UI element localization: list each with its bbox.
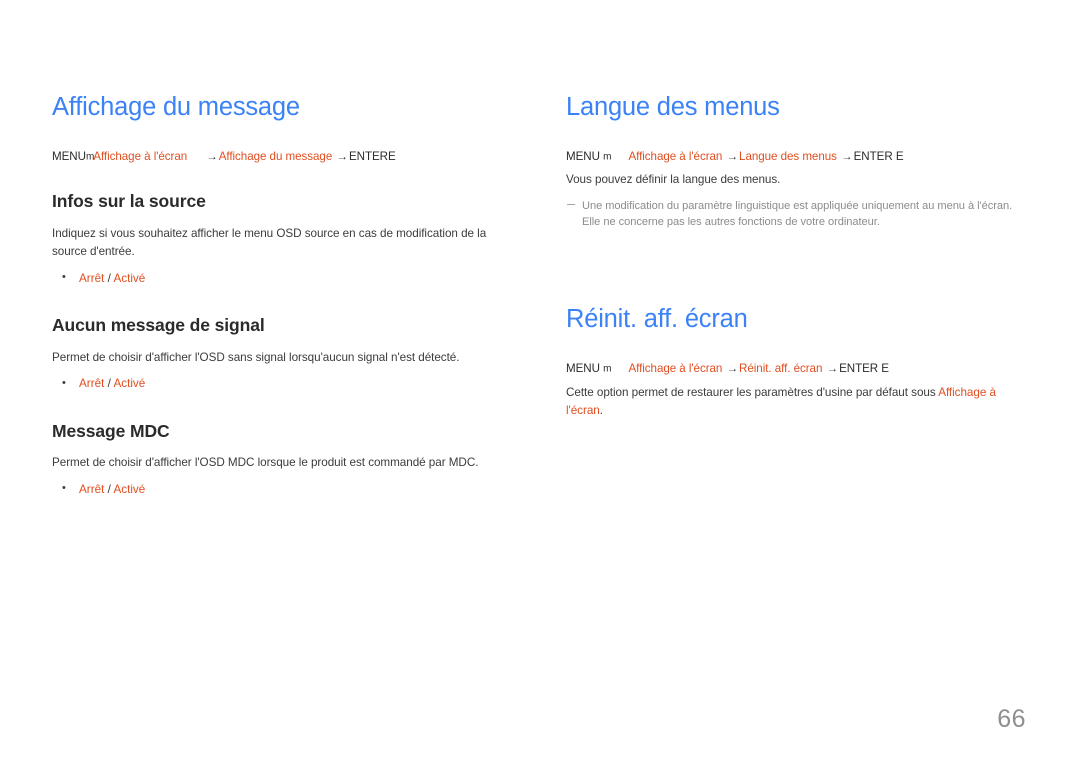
two-column-layout: Affichage du message MENUmAffichage à l'…: [52, 92, 1028, 500]
breadcrumb-enter-label: ENTER: [839, 361, 879, 375]
breadcrumb-menu-label: MENU: [52, 149, 86, 163]
breadcrumb-menu-label: MENU: [566, 361, 600, 375]
body-prefix: Cette option permet de restaurer les par…: [566, 385, 939, 399]
enter-icon: E: [881, 361, 889, 375]
arrow-right-icon: →: [726, 361, 739, 375]
section-body: Permet de choisir d'afficher l'OSD MDC l…: [52, 456, 479, 470]
right-column: Langue des menus MENU m Affichage à l'écr…: [566, 92, 1028, 500]
arrow-right-icon-2: →: [826, 361, 839, 375]
option-list: Arrêt / Activé: [52, 480, 514, 499]
body-suffix: .: [599, 403, 603, 417]
page-number: 66: [997, 705, 1026, 733]
document-page: Affichage du message MENUmAffichage à l'…: [0, 0, 1080, 763]
option-value-on[interactable]: Activé: [113, 377, 145, 390]
breadcrumb-crumb-2[interactable]: Affichage du message: [219, 150, 333, 163]
menu-icon: m: [85, 151, 94, 163]
option-separator: /: [107, 271, 111, 285]
section-infos-sur-la-source: Infos sur la source Indiquez si vous sou…: [52, 191, 514, 287]
section-body: Indiquez si vous souhaitez afficher le m…: [52, 227, 487, 259]
section-heading: Infos sur la source: [52, 191, 206, 212]
breadcrumb-enter-label: ENTER: [853, 149, 893, 163]
breadcrumb-crumb-1[interactable]: Affichage à l'écran: [628, 150, 722, 163]
section-body: Permet de choisir d'afficher l'OSD sans …: [52, 350, 460, 364]
page-title-reinit-aff-ecran: Réinit. aff. écran: [566, 305, 748, 334]
option-separator: /: [107, 377, 111, 391]
enter-icon: E: [895, 149, 904, 163]
note-list: Une modification du paramètre linguistiq…: [566, 198, 1028, 231]
section-body-langue: Vous pouvez définir la langue des menus.: [566, 173, 781, 187]
option-separator: /: [107, 482, 111, 496]
arrow-right-icon: →: [206, 149, 218, 163]
list-item: Arrêt / Activé: [52, 375, 514, 393]
arrow-right-icon: →: [726, 149, 739, 163]
breadcrumb-reinit-aff-ecran: MENU m Affichage à l'écran →Réinit. aff. …: [566, 361, 1028, 378]
option-list: Arrêt / Activé: [52, 269, 514, 288]
note-item: Une modification du paramètre linguistiq…: [566, 198, 1028, 231]
option-value-off[interactable]: Arrêt: [79, 272, 104, 285]
arrow-right-icon-2: →: [336, 149, 348, 163]
menu-icon: m: [603, 363, 611, 375]
breadcrumb-enter-label: ENTER: [348, 149, 388, 163]
breadcrumb-langue-des-menus: MENU m Affichage à l'écran →Langue des me…: [566, 149, 1028, 166]
breadcrumb-crumb-1[interactable]: Affichage à l'écran: [628, 362, 722, 375]
page-title-langue-des-menus: Langue des menus: [566, 93, 780, 121]
section-heading: Aucun message de signal: [52, 315, 265, 336]
section-message-mdc: Message MDC Permet de choisir d'afficher…: [52, 421, 514, 499]
section-body-reinit: Cette option permet de restaurer les par…: [566, 384, 1028, 420]
list-item: Arrêt / Activé: [52, 480, 514, 499]
menu-icon: m: [603, 151, 611, 163]
breadcrumb-crumb-2[interactable]: Réinit. aff. écran: [739, 362, 822, 375]
option-value-on[interactable]: Activé: [113, 272, 145, 285]
page-title-affichage-du-message: Affichage du message: [52, 93, 300, 121]
option-list: Arrêt / Activé: [52, 375, 514, 393]
list-item: Arrêt / Activé: [52, 269, 514, 288]
option-value-off[interactable]: Arrêt: [79, 377, 104, 390]
enter-icon: E: [387, 149, 396, 163]
breadcrumb-affichage-du-message: MENUmAffichage à l'écran →Affichage du me…: [52, 149, 514, 166]
breadcrumb-menu-label: MENU: [566, 149, 600, 163]
section-heading: Message MDC: [52, 420, 170, 441]
option-value-on[interactable]: Activé: [113, 483, 145, 496]
section-aucun-message-de-signal: Aucun message de signal Permet de choisi…: [52, 315, 514, 393]
breadcrumb-crumb-1[interactable]: Affichage à l'écran: [93, 150, 187, 163]
left-column: Affichage du message MENUmAffichage à l'…: [52, 92, 514, 500]
breadcrumb-crumb-2[interactable]: Langue des menus: [739, 150, 837, 163]
option-value-off[interactable]: Arrêt: [79, 483, 104, 496]
arrow-right-icon-2: →: [841, 149, 853, 163]
